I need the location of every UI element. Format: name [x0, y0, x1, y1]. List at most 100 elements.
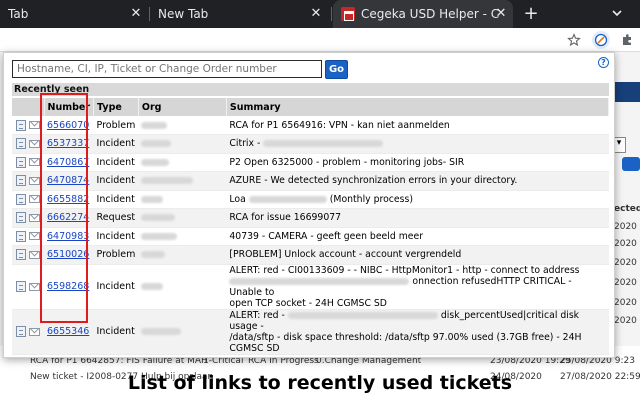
ticket-detail-icon[interactable]: [16, 119, 26, 131]
tab-search-chevron-icon[interactable]: [610, 6, 624, 20]
table-row: 6598268 Incident ALERT: red - CI00133609…: [12, 264, 609, 310]
ticket-link[interactable]: 6470983: [47, 231, 89, 242]
ticket-type: Incident: [93, 309, 139, 355]
mail-icon[interactable]: [29, 139, 40, 148]
ticket-summary: [PROBLEM] Unlock account - account vergr…: [226, 245, 609, 265]
ticket-detail-icon[interactable]: [16, 212, 26, 224]
ticket-link[interactable]: 6537337: [47, 138, 89, 149]
ticket-summary: Citrix -: [226, 134, 609, 154]
tab-3-close-icon[interactable]: ✕: [493, 6, 509, 22]
ticket-detail-icon[interactable]: [16, 138, 26, 150]
mail-icon[interactable]: [29, 176, 40, 185]
ticket-summary: Loa (Monthly process): [226, 190, 609, 209]
background-cell: 2020 14: [614, 239, 640, 249]
table-row: 6655346 Incident ALERT: red - disk_percen…: [12, 309, 609, 355]
puzzle-icon[interactable]: [618, 31, 636, 49]
recent-tickets-table: Number Type Org Summary 6566070 Problem …: [12, 98, 610, 355]
ticket-type: Incident: [93, 190, 139, 209]
summary-text: Loa: [229, 193, 246, 205]
redacted-text: [263, 140, 384, 148]
recently-seen-header: Recently seen: [12, 83, 609, 96]
table-row: 6662274 Request RCA for issue 16699077: [12, 208, 609, 228]
help-icon[interactable]: ?: [598, 57, 609, 68]
table-header-row: Number Type Org Summary: [12, 98, 610, 116]
ticket-type: Incident: [93, 227, 139, 246]
redacted-org: [141, 214, 176, 222]
tab-1-close-icon[interactable]: ✕: [128, 6, 144, 22]
mail-icon[interactable]: [29, 250, 40, 259]
redacted-text: [287, 311, 438, 319]
background-row: RCA for P1 6642857: FIS Failure at MAH 1…: [0, 356, 640, 370]
ticket-summary: RCA for issue 16699077: [226, 208, 609, 228]
mail-icon[interactable]: [29, 282, 40, 291]
summary-text: ALERT: red - CI00133609 - - NIBC - HttpM…: [229, 264, 580, 276]
ticket-detail-icon[interactable]: [16, 175, 26, 187]
usd-helper-popup: Go ? Recently seen Number Type Org Summa…: [3, 52, 615, 358]
ticket-type: Problem: [93, 245, 139, 265]
mail-icon[interactable]: [29, 195, 40, 204]
mail-icon[interactable]: [29, 158, 40, 167]
ticket-summary: ALERT: red - CI00133609 - - NIBC - HttpM…: [226, 264, 609, 310]
browser-toolbar: [0, 28, 640, 52]
table-row: 6510026 Problem [PROBLEM] Unlock account…: [12, 245, 609, 265]
redacted-org: [141, 251, 166, 259]
new-tab-button[interactable]: +: [520, 3, 542, 25]
caption: List of links to recently used tickets: [127, 372, 513, 394]
redacted-org: [141, 283, 164, 290]
mail-icon[interactable]: [29, 232, 40, 241]
tab-2[interactable]: New Tab ✕: [150, 0, 330, 28]
background-cell: 2020 9: [614, 278, 640, 288]
tab-2-label: New Tab: [158, 7, 209, 21]
ticket-detail-icon[interactable]: [16, 249, 26, 261]
redacted-org: [141, 121, 168, 129]
ticket-link[interactable]: 6566070: [47, 120, 89, 131]
ticket-detail-icon[interactable]: [16, 230, 26, 242]
redacted-org: [141, 177, 194, 185]
tab-1[interactable]: Tab ✕: [0, 0, 148, 28]
ticket-detail-icon[interactable]: [16, 156, 26, 168]
ticket-link[interactable]: 6598268: [47, 281, 89, 292]
go-button[interactable]: Go: [325, 60, 348, 79]
column-header-type: Type: [93, 98, 139, 116]
table-row: 6470874 Incident AZURE - We detected syn…: [12, 171, 609, 191]
ticket-link[interactable]: 6470867: [47, 157, 89, 168]
background-cell: 2020 10: [614, 298, 640, 308]
icons-column-header: [12, 98, 45, 116]
tab-2-close-icon[interactable]: ✕: [308, 6, 324, 22]
search-input[interactable]: [12, 60, 322, 78]
column-header-summary: Summary: [226, 98, 610, 116]
summary-text: open TCP socket - 24H CGMSC SD: [229, 297, 387, 309]
tab-separator: [331, 7, 332, 21]
ticket-link[interactable]: 6662274: [47, 212, 89, 223]
mail-icon[interactable]: [29, 327, 40, 336]
redacted-org: [141, 232, 178, 240]
redacted-org: [141, 158, 170, 166]
mail-icon[interactable]: [29, 121, 40, 129]
ticket-link[interactable]: 6655882: [47, 194, 89, 205]
summary-text: [PROBLEM] Unlock account - account vergr…: [229, 249, 462, 261]
ticket-summary: AZURE - We detected synchronization erro…: [226, 171, 609, 191]
mail-icon[interactable]: [29, 213, 40, 222]
ticket-link[interactable]: 6655346: [47, 326, 89, 337]
tab-3-active[interactable]: Cegeka USD Helper - Chro ✕: [333, 0, 513, 28]
background-cell: 2020 17: [614, 316, 640, 326]
ticket-type: Problem: [93, 116, 139, 135]
star-icon[interactable]: [565, 31, 583, 49]
summary-text: RCA for issue 16699077: [229, 212, 342, 224]
ticket-link[interactable]: 6510026: [47, 249, 89, 260]
ticket-detail-icon[interactable]: [16, 193, 26, 205]
summary-text: RCA for P1 6564916: VPN - kan niet aanme…: [229, 119, 450, 131]
ticket-link[interactable]: 6470874: [47, 175, 89, 186]
usd-helper-extension-icon[interactable]: [592, 31, 610, 49]
ticket-type: Incident: [93, 134, 139, 154]
summary-text: ALERT: red -: [229, 309, 285, 321]
ticket-type: Incident: [93, 171, 139, 191]
table-row: 6470867 Incident P2 Open 6325000 - probl…: [12, 153, 609, 172]
column-header-org: Org: [138, 98, 227, 116]
redacted-org: [141, 140, 172, 148]
ticket-detail-icon[interactable]: [16, 326, 26, 337]
ticket-detail-icon[interactable]: [16, 281, 26, 292]
ticket-type: Incident: [93, 264, 139, 310]
redacted-text: [229, 277, 410, 285]
table-row: 6566070 Problem RCA for P1 6564916: VPN …: [12, 116, 609, 135]
